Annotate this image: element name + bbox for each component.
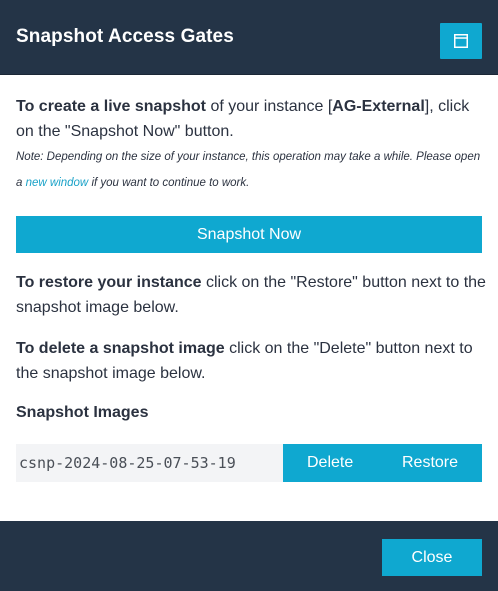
snapshot-image-row: csnp-2024-08-25-07-53-19 Delete Restore xyxy=(16,444,482,482)
delete-info-lead: To delete a snapshot image xyxy=(16,340,225,357)
create-snapshot-text-part: of your instance [ xyxy=(206,98,333,115)
new-window-link[interactable]: new window xyxy=(26,177,89,189)
note-text-after: if you want to continue to work. xyxy=(88,177,250,189)
dialog-title: Snapshot Access Gates xyxy=(16,26,234,47)
delete-info-text: To delete a snapshot image click on the … xyxy=(16,336,486,386)
close-button[interactable]: Close xyxy=(382,539,482,576)
restore-info-lead: To restore your instance xyxy=(16,274,202,291)
window-icon xyxy=(454,34,468,48)
snapshot-dialog: Snapshot Access Gates To create a live s… xyxy=(0,0,498,591)
delete-snapshot-button[interactable]: Delete xyxy=(307,444,353,482)
restore-snapshot-button[interactable]: Restore xyxy=(402,444,458,482)
dialog-header: Snapshot Access Gates xyxy=(0,0,498,75)
create-snapshot-text: To create a live snapshot of your instan… xyxy=(16,94,482,144)
dialog-footer: Close xyxy=(0,521,498,591)
snapshot-now-button[interactable]: Snapshot Now xyxy=(16,216,482,253)
snapshot-image-name: csnp-2024-08-25-07-53-19 xyxy=(16,444,283,482)
instance-name: AG-External xyxy=(332,98,425,115)
snapshot-image-actions: Delete Restore xyxy=(283,444,482,482)
restore-info-text: To restore your instance click on the "R… xyxy=(16,270,486,320)
snapshot-note: Note: Depending on the size of your inst… xyxy=(16,144,482,196)
maximize-button[interactable] xyxy=(440,23,482,59)
create-snapshot-lead: To create a live snapshot xyxy=(16,98,206,115)
snapshot-images-title: Snapshot Images xyxy=(16,404,149,421)
dialog-body: To create a live snapshot of your instan… xyxy=(16,94,482,196)
